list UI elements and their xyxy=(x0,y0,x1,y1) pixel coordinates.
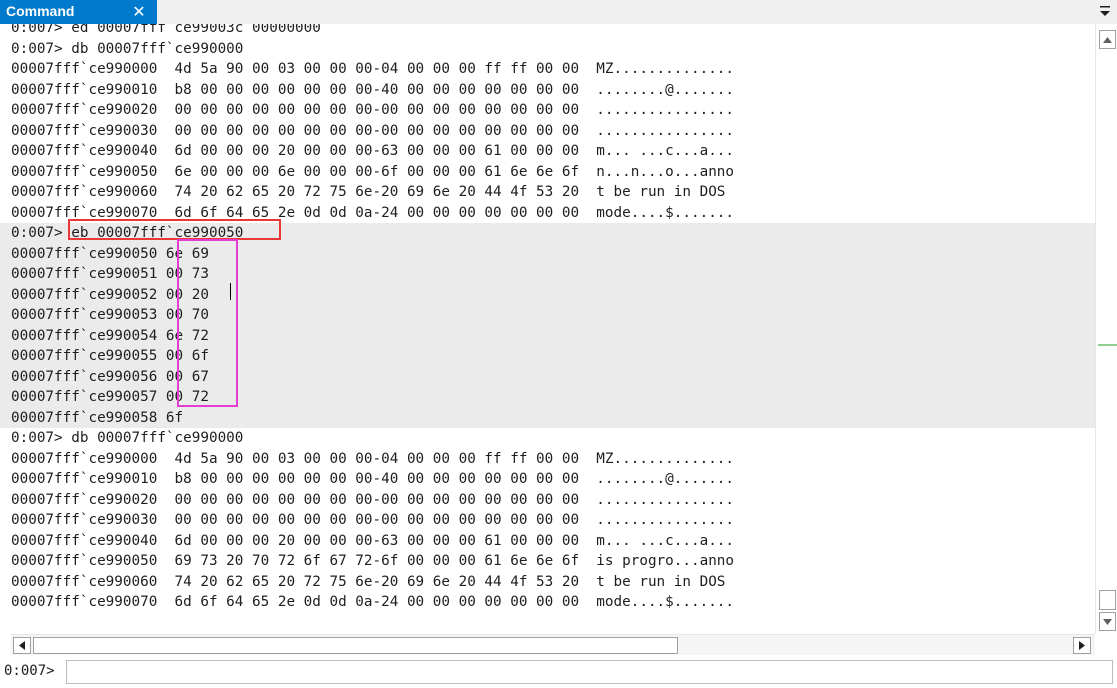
output-line: 00007fff`ce990040 6d 00 00 00 20 00 00 0… xyxy=(11,532,735,549)
tab-command[interactable]: Command ✕ xyxy=(0,0,157,24)
output-line: 00007fff`ce990040 6d 00 00 00 20 00 00 0… xyxy=(11,143,735,159)
output-line: 00007fff`ce990010 b8 00 00 00 00 00 00 0… xyxy=(11,471,735,487)
scroll-up-icon[interactable] xyxy=(1099,30,1116,49)
output-line: 00007fff`ce990000 4d 5a 90 00 03 00 00 0… xyxy=(11,61,735,77)
output-line: 00007fff`ce990051 00 73 xyxy=(0,264,1095,285)
output-line: 00007fff`ce990060 74 20 62 65 20 72 75 6… xyxy=(11,573,735,590)
output-line: 00007fff`ce990057 00 72 xyxy=(0,387,1095,408)
scroll-right-icon[interactable] xyxy=(1073,637,1091,654)
output-line: 0:007> ed 00007fff`ce99003c 00000000 xyxy=(11,24,321,36)
output-line: 00007fff`ce990050 6e 69 xyxy=(0,243,1095,264)
output-line: 00007fff`ce990070 6d 6f 64 65 2e 0d 0d 0… xyxy=(11,204,735,221)
text-caret xyxy=(230,283,231,300)
output-line: 00007fff`ce990060 74 20 62 65 20 72 75 6… xyxy=(11,184,735,200)
command-prompt: 0:007> xyxy=(4,663,55,679)
output-line: 00007fff`ce990000 4d 5a 90 00 03 00 00 0… xyxy=(11,450,735,467)
output-line: 00007fff`ce990050 69 73 20 70 72 6f 67 7… xyxy=(11,553,735,569)
output-line: 00007fff`ce990020 00 00 00 00 00 00 00 0… xyxy=(11,102,735,118)
scroll-down-icon[interactable] xyxy=(1099,612,1116,631)
command-output-pane[interactable]: 0:007> ed 00007fff`ce99003c 00000000 0:00… xyxy=(0,24,1095,634)
output-line: 00007fff`ce990030 00 00 00 00 00 00 00 0… xyxy=(11,512,735,528)
tab-title: Command xyxy=(6,3,75,19)
output-line: 00007fff`ce990052 00 20 xyxy=(0,284,1095,305)
output-line: 00007fff`ce990030 00 00 00 00 00 00 00 0… xyxy=(11,122,735,139)
output-line: 00007fff`ce990055 00 6f xyxy=(0,346,1095,367)
output-line: 0:007> eb 00007fff`ce990050 xyxy=(0,223,1095,244)
dropdown-menu-icon[interactable] xyxy=(1097,2,1113,22)
output-line: 00007fff`ce990010 b8 00 00 00 00 00 00 0… xyxy=(11,81,735,98)
scroll-position-marker xyxy=(1098,344,1117,346)
output-line: 00007fff`ce990053 00 70 xyxy=(0,305,1095,326)
horizontal-scrollbar[interactable] xyxy=(11,634,1095,655)
output-line: 0:007> db 00007fff`ce990000 xyxy=(11,40,244,57)
output-line: 00007fff`ce990050 6e 00 00 00 6e 00 00 0… xyxy=(11,163,735,180)
output-line: 00007fff`ce990070 6d 6f 64 65 2e 0d 0d 0… xyxy=(11,594,735,610)
horizontal-scroll-thumb[interactable] xyxy=(33,637,678,654)
command-bar: 0:007> xyxy=(0,658,1117,688)
output-line: 00007fff`ce990058 6f xyxy=(0,407,1095,428)
vertical-scrollbar[interactable] xyxy=(1095,24,1117,634)
vertical-scroll-thumb[interactable] xyxy=(1099,590,1116,610)
window-titlebar: Command ✕ xyxy=(0,0,1117,25)
scroll-left-icon[interactable] xyxy=(13,637,31,654)
command-input[interactable] xyxy=(66,660,1113,684)
close-icon[interactable]: ✕ xyxy=(126,0,152,24)
output-line: 00007fff`ce990020 00 00 00 00 00 00 00 0… xyxy=(11,491,735,508)
output-line: 0:007> db 00007fff`ce990000 xyxy=(11,430,244,446)
output-line: 00007fff`ce990056 00 67 xyxy=(0,366,1095,387)
output-line: 00007fff`ce990054 6e 72 xyxy=(0,325,1095,346)
